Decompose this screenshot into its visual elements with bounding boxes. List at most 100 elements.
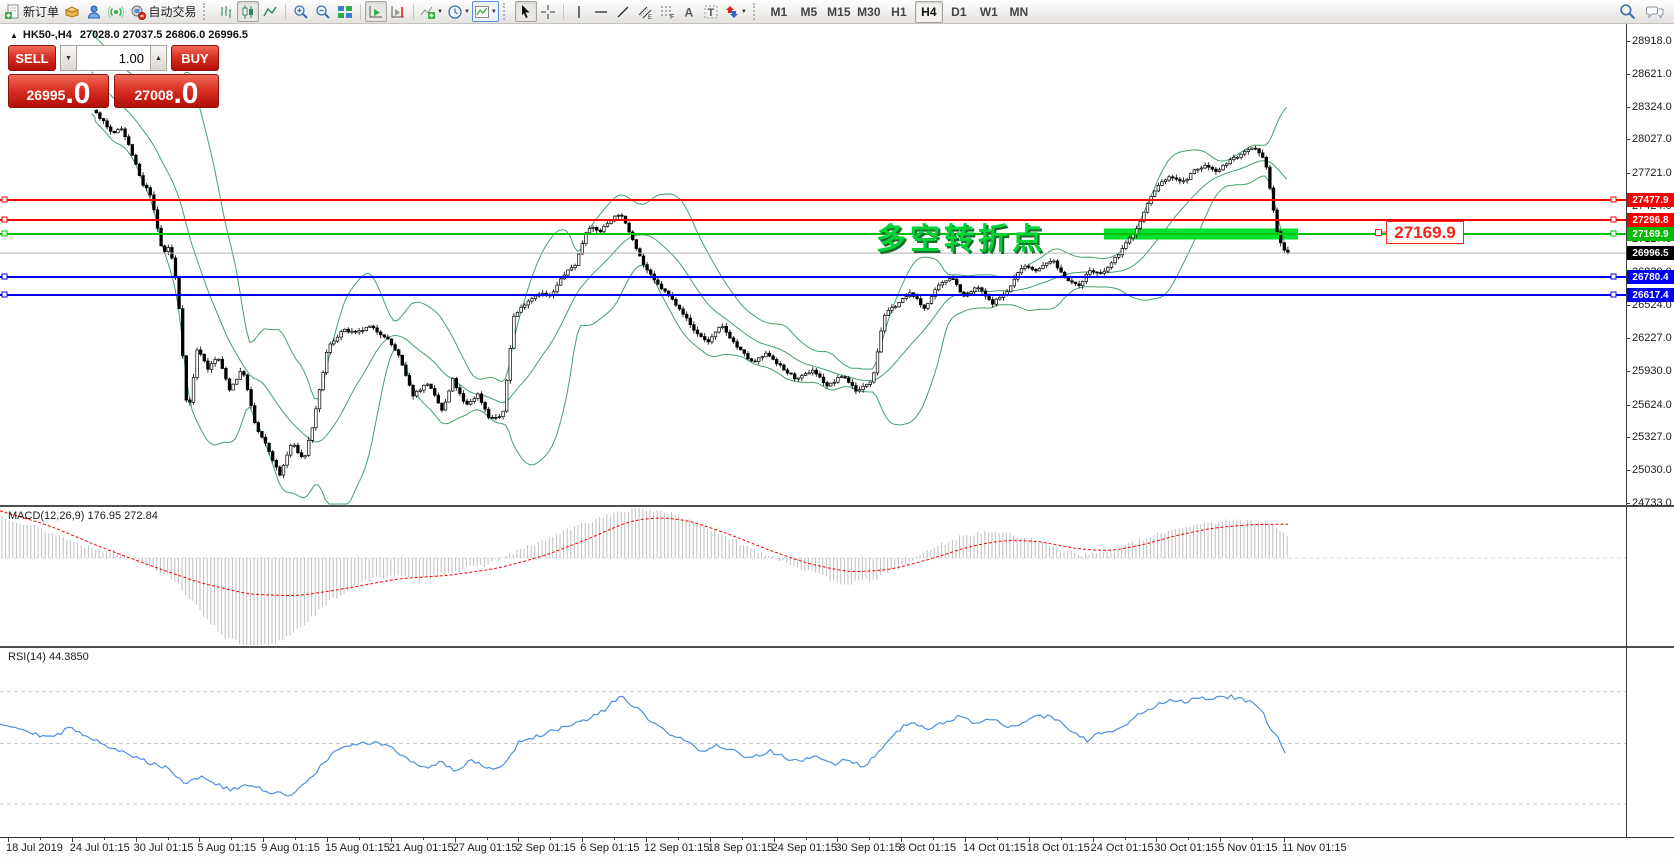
price-axis-tick bbox=[1626, 107, 1630, 108]
line-right-handle[interactable] bbox=[1611, 292, 1616, 297]
line-right-handle[interactable] bbox=[1611, 217, 1616, 222]
price-axis-tick bbox=[1626, 405, 1630, 406]
candle-bullish bbox=[757, 358, 760, 362]
line-left-handle[interactable] bbox=[2, 231, 7, 236]
candle-bearish bbox=[459, 388, 462, 394]
auto-trading-button[interactable]: 自动交易 bbox=[127, 1, 199, 22]
candle-bullish bbox=[1229, 160, 1232, 164]
timeframe-m5-button[interactable]: M5 bbox=[795, 1, 823, 23]
candle-bearish bbox=[772, 356, 775, 359]
candle-bullish bbox=[567, 270, 570, 275]
timeframe-m30-button[interactable]: M30 bbox=[855, 1, 883, 23]
candle-bearish bbox=[135, 155, 138, 164]
candle-bullish bbox=[1053, 261, 1056, 262]
sell-button[interactable]: SELL bbox=[8, 45, 56, 71]
zoom-in-icon bbox=[293, 4, 309, 20]
candle-bullish bbox=[282, 465, 285, 475]
rsi-pane[interactable]: RSI(14) 44.3850 1008050150 bbox=[0, 648, 1626, 836]
timeframe-m1-button[interactable]: M1 bbox=[765, 1, 793, 23]
candle-bullish bbox=[315, 409, 318, 428]
candle-bearish bbox=[106, 121, 109, 127]
price-callout-box[interactable]: 27169.9 bbox=[1386, 221, 1464, 244]
collapse-panel-icon[interactable]: ▲ bbox=[10, 31, 18, 40]
time-axis[interactable]: 18 Jul 201924 Jul 01:1530 Jul 01:155 Aug… bbox=[0, 837, 1674, 858]
toolbar-grip[interactable] bbox=[503, 3, 511, 20]
vertical-line-button[interactable] bbox=[568, 1, 590, 22]
zoom-out-button[interactable] bbox=[312, 1, 334, 22]
zoom-in-button[interactable] bbox=[290, 1, 312, 22]
candle-bearish bbox=[253, 406, 256, 423]
candle-bearish bbox=[376, 328, 379, 332]
new-order-button[interactable]: 新订单 bbox=[2, 1, 61, 22]
timeframe-mn-button[interactable]: MN bbox=[1005, 1, 1033, 23]
candle-bullish bbox=[1045, 263, 1048, 265]
text-label-button[interactable]: T bbox=[700, 1, 722, 22]
auto-scroll-button[interactable] bbox=[365, 1, 387, 22]
search-button[interactable] bbox=[1616, 1, 1638, 22]
timeframes-dropdown-button[interactable]: ▼ bbox=[445, 1, 472, 22]
candle-bearish bbox=[372, 326, 375, 328]
timeframe-w1-button[interactable]: W1 bbox=[975, 1, 1003, 23]
text-button[interactable]: A bbox=[678, 1, 700, 22]
cursor-button[interactable] bbox=[515, 1, 537, 22]
equidistant-channel-button[interactable]: E bbox=[634, 1, 656, 22]
callout-anchor-square[interactable] bbox=[1375, 229, 1382, 236]
line-right-handle[interactable] bbox=[1611, 274, 1616, 279]
rsi-canvas[interactable] bbox=[0, 648, 1626, 836]
chart-line-button[interactable] bbox=[259, 1, 281, 22]
price-chart-canvas[interactable] bbox=[0, 24, 1626, 505]
tile-windows-button[interactable] bbox=[334, 1, 356, 22]
candle-bullish bbox=[527, 301, 530, 305]
volume-input[interactable] bbox=[77, 45, 150, 71]
candle-bearish bbox=[397, 350, 400, 355]
buy-price-display[interactable]: 27008.0 bbox=[114, 74, 219, 108]
fibonacci-button[interactable]: F bbox=[656, 1, 678, 22]
mql-community-button[interactable] bbox=[61, 1, 83, 22]
candle-bearish bbox=[142, 176, 145, 186]
timeframe-h1-button[interactable]: H1 bbox=[885, 1, 913, 23]
timeframe-d1-button[interactable]: D1 bbox=[945, 1, 973, 23]
arrows-dropdown-button[interactable]: ▼ bbox=[722, 1, 749, 22]
line-right-handle[interactable] bbox=[1611, 197, 1616, 202]
macd-pane[interactable]: MACD(12,26,9) 176.95 272.84 395.250.00-7… bbox=[0, 507, 1626, 646]
sell-price-display[interactable]: 26995.0 bbox=[8, 74, 109, 108]
crosshair-button[interactable] bbox=[537, 1, 559, 22]
candle-bullish bbox=[419, 390, 422, 391]
volume-increase-button[interactable]: ▲ bbox=[150, 45, 167, 71]
trendline-button[interactable] bbox=[612, 1, 634, 22]
macd-canvas[interactable] bbox=[0, 507, 1626, 646]
toolbar-grip[interactable] bbox=[753, 3, 761, 20]
candle-bullish bbox=[1038, 268, 1041, 271]
volume-decrease-button[interactable]: ▼ bbox=[60, 45, 77, 71]
current-price-axis-label: 26996.5 bbox=[1627, 246, 1674, 260]
candle-bullish bbox=[534, 296, 537, 299]
profile-button[interactable] bbox=[83, 1, 105, 22]
chart-candles-button[interactable] bbox=[237, 1, 259, 22]
buy-button[interactable]: BUY bbox=[171, 45, 219, 71]
horizontal-line-button[interactable] bbox=[590, 1, 612, 22]
chat-button[interactable] bbox=[1644, 1, 1666, 22]
candle-bearish bbox=[491, 417, 494, 418]
candle-bearish bbox=[1035, 269, 1038, 271]
templates-dropdown-button[interactable]: ▼ bbox=[472, 1, 499, 22]
line-left-handle[interactable] bbox=[2, 292, 7, 297]
candle-bullish bbox=[239, 372, 242, 380]
dropdown-caret-icon: ▼ bbox=[491, 9, 497, 15]
line-left-handle[interactable] bbox=[2, 274, 7, 279]
chart-annotation-text[interactable]: 多空转折点 bbox=[876, 214, 1046, 258]
main-price-pane[interactable]: ▲ HK50-,H4 27028.0 27037.5 26806.0 26996… bbox=[0, 24, 1626, 505]
candle-bullish bbox=[1193, 170, 1196, 174]
candle-bearish bbox=[779, 364, 782, 365]
toolbar-grip[interactable] bbox=[203, 3, 211, 20]
price-axis-tick bbox=[1626, 41, 1630, 42]
svg-text:F: F bbox=[670, 14, 674, 20]
indicators-button[interactable]: ▼ bbox=[418, 1, 445, 22]
line-right-handle[interactable] bbox=[1611, 231, 1616, 236]
timeframe-h4-button[interactable]: H4 bbox=[915, 1, 943, 23]
line-left-handle[interactable] bbox=[2, 217, 7, 222]
chart-bars-button[interactable] bbox=[215, 1, 237, 22]
chart-shift-button[interactable] bbox=[387, 1, 409, 22]
signals-button[interactable] bbox=[105, 1, 127, 22]
timeframe-m15-button[interactable]: M15 bbox=[825, 1, 853, 23]
line-left-handle[interactable] bbox=[2, 197, 7, 202]
